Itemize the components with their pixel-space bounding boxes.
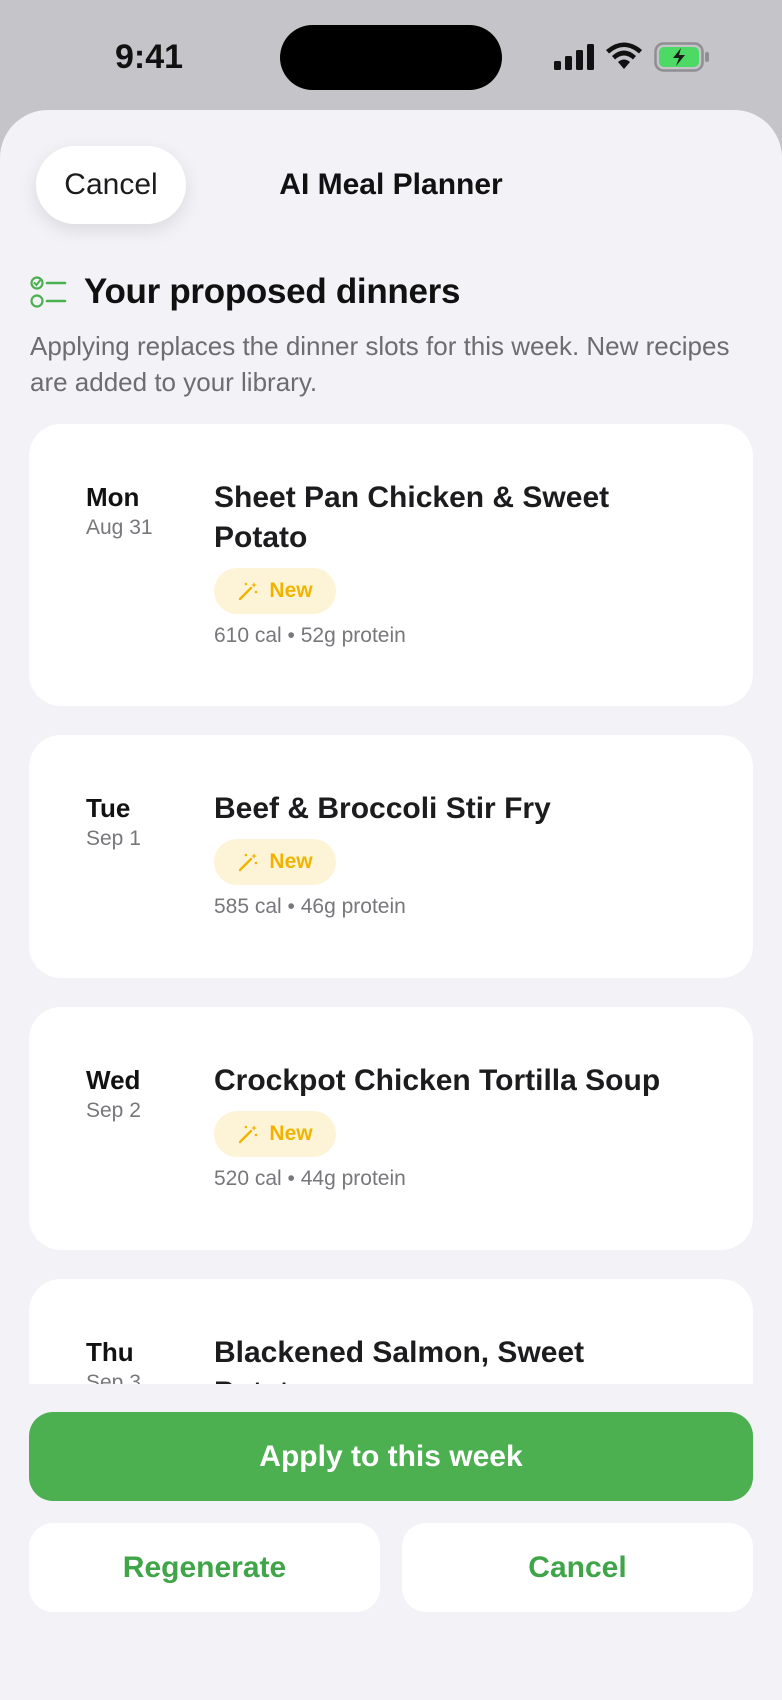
nutrition-info: 585 cal • 46g protein	[214, 895, 406, 918]
nutrition-info: 610 cal • 52g protein	[214, 624, 406, 647]
status-time: 9:41	[115, 38, 184, 76]
new-badge: New	[214, 839, 336, 885]
badge-label: New	[269, 579, 313, 602]
meal-day: Mon	[86, 482, 140, 512]
recipe-title: Beef & Broccoli Stir Fry	[214, 792, 551, 825]
meal-date: Sep 2	[86, 1099, 141, 1122]
signal-icon	[554, 44, 594, 70]
meal-day: Wed	[86, 1065, 141, 1095]
apply-to-week-button[interactable]: Apply to this week	[29, 1412, 753, 1501]
nutrition-info: 520 cal • 44g protein	[214, 1167, 406, 1190]
meal-planner-sheet: Cancel AI Meal Planner Your proposed din…	[0, 110, 782, 1700]
meal-card-wed[interactable]: Wed Sep 2 Crockpot Chicken Tortilla Soup…	[29, 1007, 753, 1250]
checklist-icon	[30, 276, 67, 308]
regenerate-button[interactable]: Regenerate	[29, 1523, 380, 1612]
meal-list[interactable]: Mon Aug 31 Sheet Pan Chicken & Sweet Pot…	[0, 424, 782, 1384]
magic-wand-icon	[239, 582, 258, 601]
badge-label: New	[269, 850, 313, 873]
recipe-title: Sheet Pan Chicken & Sweet Potato	[214, 481, 610, 554]
meal-day: Tue	[86, 793, 131, 823]
meal-date: Aug 31	[86, 516, 153, 539]
cancel-button[interactable]: Cancel	[402, 1523, 753, 1612]
recipe-title: Blackened Salmon, Sweet Potato	[214, 1336, 585, 1384]
battery-charging-icon	[654, 42, 709, 72]
section-subtitle: Applying replaces the dinner slots for t…	[30, 331, 730, 397]
meal-card-thu[interactable]: Thu Sep 3 Blackened Salmon, Sweet Potato	[29, 1279, 753, 1384]
magic-wand-icon	[239, 1125, 258, 1144]
section-title: Your proposed dinners	[84, 272, 461, 311]
wifi-icon	[606, 42, 642, 69]
section-header: Your proposed dinners	[30, 272, 460, 312]
meal-card-mon[interactable]: Mon Aug 31 Sheet Pan Chicken & Sweet Pot…	[29, 424, 753, 706]
new-badge: New	[214, 1111, 336, 1157]
meal-date: Sep 3	[86, 1371, 141, 1384]
badge-label: New	[269, 1122, 313, 1145]
magic-wand-icon	[239, 853, 258, 872]
recipe-title: Crockpot Chicken Tortilla Soup	[214, 1064, 661, 1097]
dynamic-island	[280, 25, 502, 90]
meal-date: Sep 1	[86, 827, 141, 850]
page-title: AI Meal Planner	[279, 168, 503, 201]
status-bar: 9:41	[0, 0, 782, 110]
meal-day: Thu	[86, 1337, 134, 1367]
meal-card-tue[interactable]: Tue Sep 1 Beef & Broccoli Stir Fry New 5…	[29, 735, 753, 978]
new-badge: New	[214, 568, 336, 614]
